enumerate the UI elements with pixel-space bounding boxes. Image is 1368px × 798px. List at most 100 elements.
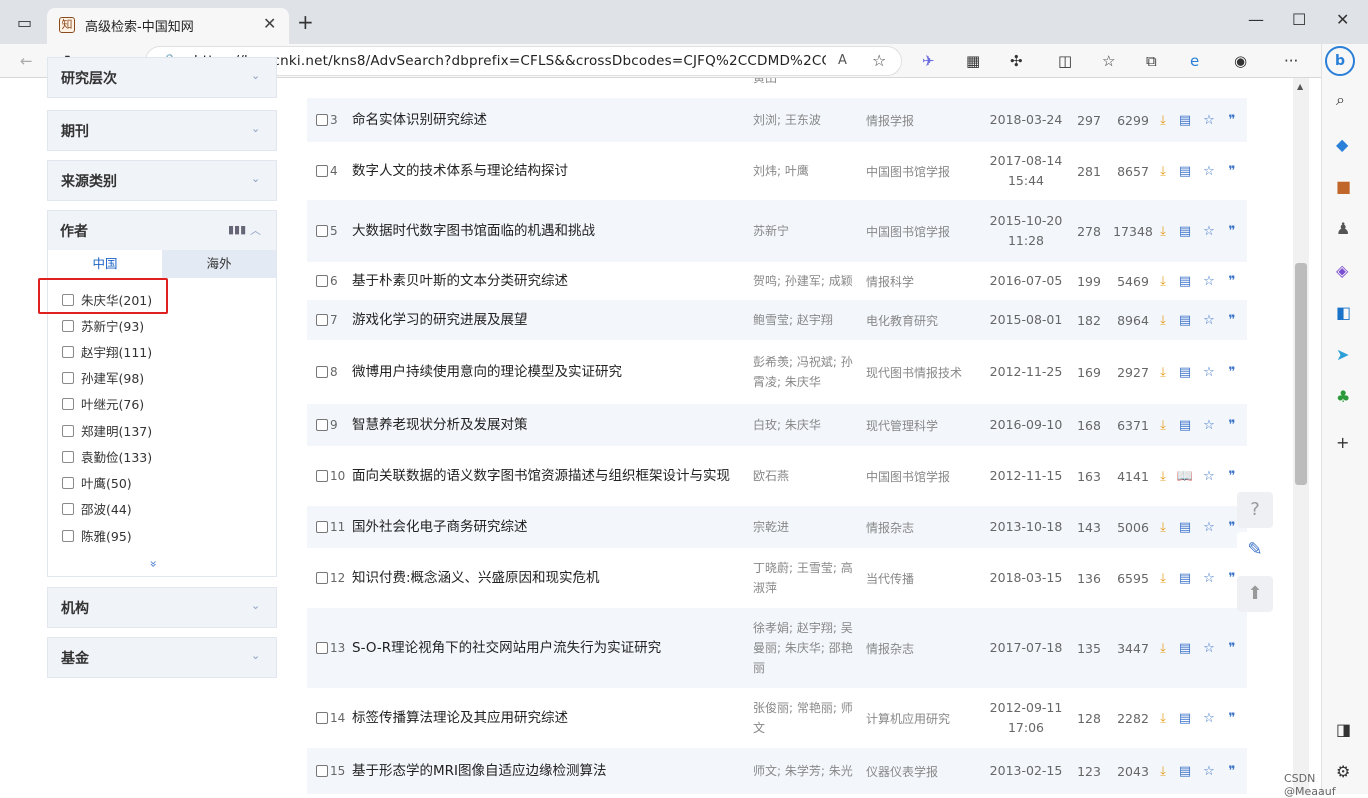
checkbox[interactable] [62,372,74,384]
checkbox[interactable] [316,225,328,237]
filter-panel-source-type[interactable]: 来源类别 ⌄ [47,160,277,201]
html-read-icon[interactable]: ▤ [1174,200,1196,262]
row-number[interactable]: 7 [316,300,338,340]
shopping-tag-icon[interactable]: ◆ [1336,135,1348,154]
result-title-link[interactable]: 数字人文的技术体系与理论结构探讨 [352,142,742,200]
profile-avatar-icon[interactable]: ◉ [1234,52,1247,70]
checkbox[interactable] [316,521,328,533]
checkbox[interactable] [316,470,328,482]
result-source[interactable]: 现代管理科学 [866,404,984,446]
download-icon[interactable]: ⤓ [1152,300,1174,340]
result-source[interactable]: 情报学报 [866,98,984,142]
quote-icon[interactable]: ❞ [1221,608,1243,688]
row-number[interactable]: 4 [316,142,338,200]
favorite-star-icon[interactable]: ☆ [1198,506,1220,548]
result-citations[interactable]: 199 [1075,262,1103,300]
browser-tab[interactable]: 知 高级检索-中国知网 ✕ [47,8,289,44]
checkbox[interactable] [62,503,74,515]
result-authors[interactable]: 徐孝娟; 赵宇翔; 吴曼丽; 朱庆华; 邵艳丽 [753,608,859,688]
result-authors[interactable]: 师文; 朱学芳; 朱光 [753,748,859,794]
quote-icon[interactable]: ❞ [1221,98,1243,142]
row-number[interactable]: 13 [316,608,345,688]
back-to-top-icon[interactable]: ⬆ [1237,576,1273,612]
maximize-icon[interactable]: ☐ [1292,10,1306,29]
html-read-icon[interactable]: ▤ [1174,608,1196,688]
download-icon[interactable]: ⤓ [1152,404,1174,446]
extension-bird-icon[interactable]: ✈ [922,52,935,70]
html-read-icon[interactable]: ▤ [1174,340,1196,404]
html-read-icon[interactable]: 📖 [1174,446,1196,506]
download-icon[interactable]: ⤓ [1152,98,1174,142]
result-source[interactable]: 现代图书情报技术 [866,340,984,404]
checkbox[interactable] [62,477,74,489]
checkbox[interactable] [62,530,74,542]
edit-pen-icon[interactable]: ✎ [1237,532,1273,568]
collections-icon[interactable]: ⧉ [1146,52,1157,70]
result-source[interactable]: 计算机应用研究 [866,688,984,748]
result-authors[interactable]: 黄田 [753,78,859,86]
url-text[interactable]: https://kns.cnki.net/kns8/AdvSearch?dbpr… [194,53,826,69]
send-icon[interactable]: ➤ [1336,345,1349,364]
author-filter-item[interactable]: 苏新宁(93) [62,316,144,336]
checkbox[interactable] [316,572,328,584]
download-icon[interactable]: ⤓ [1152,548,1174,608]
extension-grid-icon[interactable]: ▦ [966,52,980,70]
result-title-link[interactable]: 知识付费:概念涵义、兴盛原因和现实危机 [352,548,742,608]
search-icon[interactable]: ⌕ [1336,90,1345,110]
quote-icon[interactable]: ❞ [1221,748,1243,794]
favorite-star-icon[interactable]: ☆ [1198,340,1220,404]
outlook-icon[interactable]: ◧ [1336,303,1351,322]
html-read-icon[interactable]: ▤ [1174,748,1196,794]
close-tab-icon[interactable]: ✕ [263,14,276,33]
quote-icon[interactable]: ❞ [1221,262,1243,300]
download-icon[interactable]: ⤓ [1152,142,1174,200]
row-number[interactable]: 5 [316,200,338,262]
result-citations[interactable]: 136 [1075,548,1103,608]
result-authors[interactable]: 张俊丽; 常艳丽; 师文 [753,688,859,748]
quote-icon[interactable]: ❞ [1221,404,1243,446]
add-icon[interactable]: + [1336,433,1349,452]
author-filter-item[interactable]: 陈雅(95) [62,526,132,546]
result-source[interactable]: 中国图书馆学报 [866,142,984,200]
checkbox[interactable] [316,165,328,177]
download-icon[interactable]: ⤓ [1152,446,1174,506]
checkbox[interactable] [316,419,328,431]
scroll-up-arrow-icon[interactable]: ▲ [1297,82,1303,91]
result-citations[interactable]: 278 [1075,200,1103,262]
result-citations[interactable]: 168 [1075,404,1103,446]
author-filter-item[interactable]: 袁勤俭(133) [62,447,152,467]
checkbox[interactable] [316,712,328,724]
result-source[interactable]: 情报杂志 [866,608,984,688]
result-authors[interactable]: 彭希羡; 冯祝斌; 孙霄凌; 朱庆华 [753,340,859,404]
extensions-puzzle-icon[interactable]: ✣ [1010,52,1023,70]
author-filter-item[interactable]: 邵波(44) [62,499,132,519]
checkbox[interactable] [62,320,74,332]
download-icon[interactable]: ⤓ [1152,340,1174,404]
html-read-icon[interactable]: ▤ [1174,404,1196,446]
html-read-icon[interactable]: ▤ [1174,300,1196,340]
result-citations[interactable]: 297 [1075,98,1103,142]
quote-icon[interactable]: ❞ [1221,340,1243,404]
result-authors[interactable]: 欧石燕 [753,446,859,506]
result-authors[interactable]: 鲍雪莹; 赵宇翔 [753,300,859,340]
more-menu-icon[interactable]: ··· [1284,52,1298,70]
result-citations[interactable]: 281 [1075,142,1103,200]
favorite-add-icon[interactable]: ☆ [872,51,886,70]
checkbox[interactable] [62,425,74,437]
row-number[interactable]: 8 [316,340,338,404]
quote-icon[interactable]: ❞ [1221,142,1243,200]
row-number[interactable]: 10 [316,446,345,506]
row-number[interactable]: 6 [316,262,338,300]
result-title-link[interactable]: 游戏化学习的研究进展及展望 [352,300,742,340]
result-authors[interactable]: 丁晓蔚; 王雪莹; 高淑萍 [753,548,859,608]
favorite-star-icon[interactable]: ☆ [1198,608,1220,688]
result-authors[interactable]: 刘浏; 王东波 [753,98,859,142]
result-source[interactable]: 情报杂志 [866,506,984,548]
favorite-star-icon[interactable]: ☆ [1198,200,1220,262]
help-icon[interactable]: ? [1237,492,1273,528]
chevron-up-icon[interactable]: ︿ [250,222,261,238]
favorite-star-icon[interactable]: ☆ [1198,688,1220,748]
result-authors[interactable]: 宗乾进 [753,506,859,548]
result-title-link[interactable]: 智慧养老现状分析及发展对策 [352,404,742,446]
checkbox[interactable] [316,642,328,654]
